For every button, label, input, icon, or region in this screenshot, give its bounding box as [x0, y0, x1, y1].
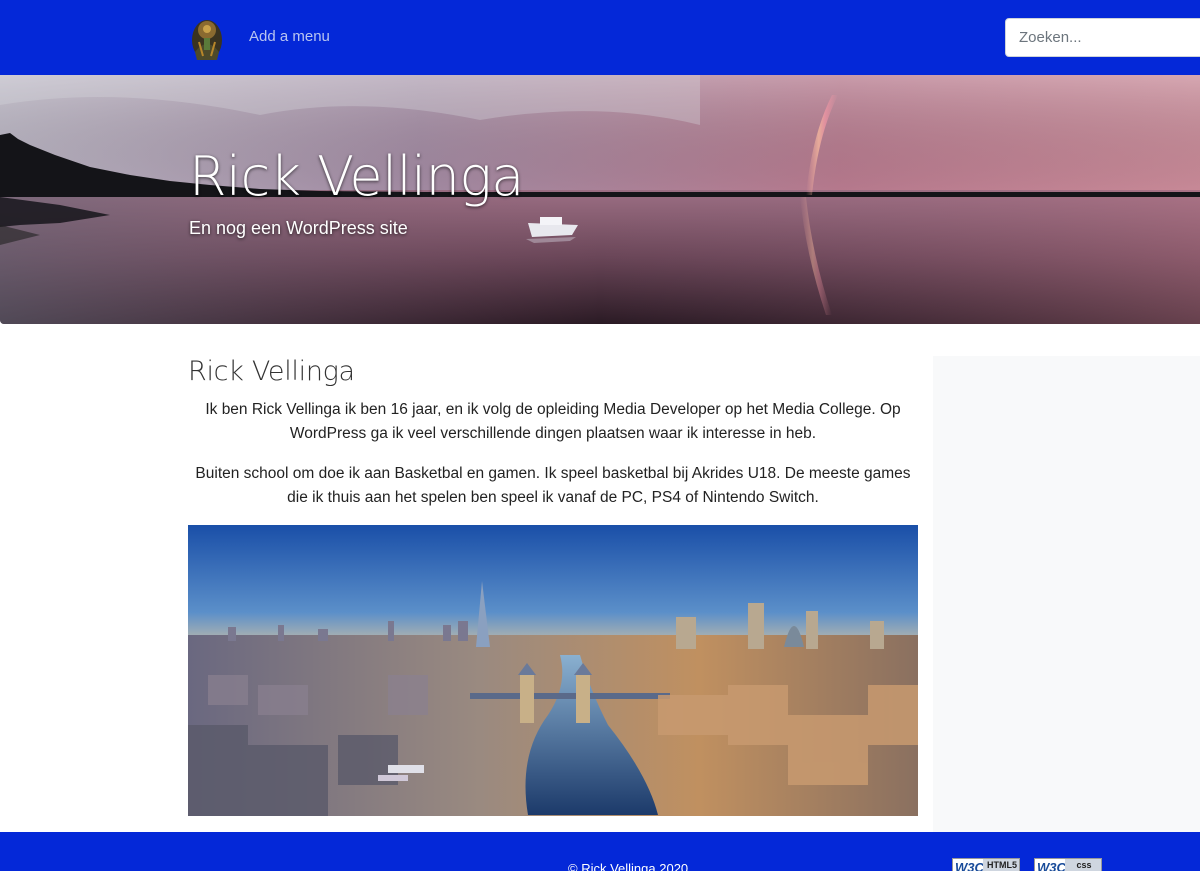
article-image — [188, 525, 918, 816]
city-skyline-photo-icon — [188, 525, 918, 816]
sidebar — [933, 356, 1200, 832]
hero-title: Rick Vellinga — [189, 145, 524, 208]
site-logo-icon[interactable] — [190, 16, 224, 62]
badge-label: HTML5 — [983, 859, 1019, 871]
search-input[interactable] — [1005, 18, 1200, 57]
footer: © Rick Vellinga 2020 W3C HTML5 W3C css — [0, 832, 1200, 871]
hero-lake-sunset-image — [0, 75, 1200, 324]
footer-copyright: © Rick Vellinga 2020 — [568, 861, 689, 871]
nav-add-menu-link[interactable]: Add a menu — [249, 28, 330, 45]
top-navbar: Add a menu — [0, 0, 1200, 75]
w3c-html5-badge[interactable]: W3C HTML5 — [952, 858, 1020, 871]
w3c-logo-text: W3C — [1037, 860, 1066, 871]
hero-subtitle: En nog een WordPress site — [189, 218, 408, 238]
badge-label: css — [1065, 859, 1101, 871]
w3c-logo-text: W3C — [955, 860, 984, 871]
article-paragraph-1: Ik ben Rick Vellinga ik ben 16 jaar, en … — [205, 401, 901, 442]
hero-banner: Rick Vellinga En nog een WordPress site — [0, 75, 1200, 324]
article-paragraph-2: Buiten school om doe ik aan Basketbal en… — [195, 465, 911, 506]
article-title: Rick Vellinga — [188, 356, 355, 387]
w3c-css-badge[interactable]: W3C css — [1034, 858, 1102, 871]
